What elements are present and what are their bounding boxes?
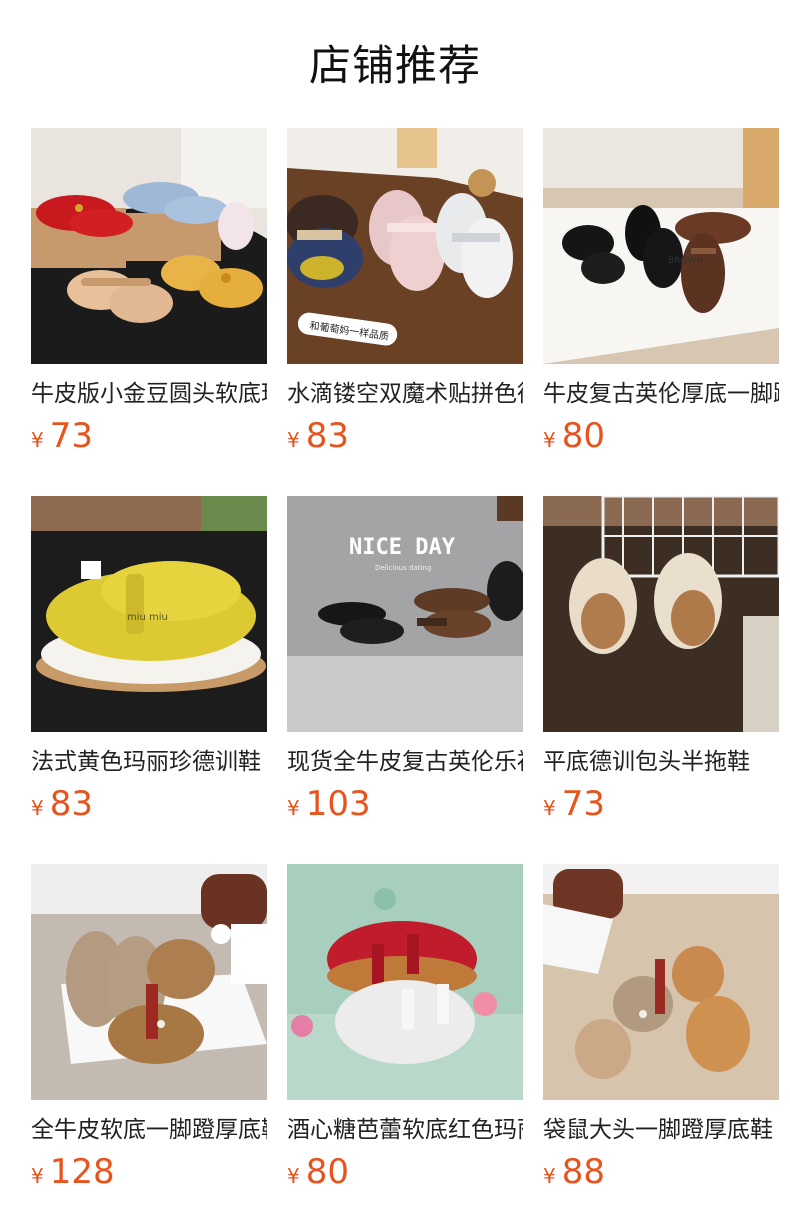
product-image[interactable] [287,864,523,1100]
product-price: ¥83 [31,782,93,826]
currency-symbol: ¥ [31,1164,44,1188]
product-name[interactable]: 现货全牛皮复古英伦乐福鞋 [287,744,523,780]
product-name[interactable]: 全牛皮软底一脚蹬厚底鞋 [31,1112,267,1148]
price-value: 128 [49,1152,115,1192]
product-name[interactable]: 袋鼠大头一脚蹬厚底鞋 [543,1112,779,1148]
product-price: ¥73 [543,782,605,826]
product-card[interactable]: 袋鼠大头一脚蹬厚底鞋 ¥88 [543,864,779,1232]
product-card[interactable]: 和葡萄妈一样品质 水滴镂空双魔术贴拼色德训鞋 ¥83 [287,128,523,496]
product-name[interactable]: 牛皮复古英伦厚底一脚蹬乐福鞋 [543,376,779,412]
product-price: ¥128 [31,1150,115,1194]
currency-symbol: ¥ [543,1164,556,1188]
currency-symbol: ¥ [287,796,300,820]
product-price: ¥103 [287,782,371,826]
price-value: 73 [561,784,605,824]
image-headline-text: NICE DAY [349,535,456,560]
product-price: ¥80 [543,414,605,458]
product-image[interactable] [543,864,779,1100]
currency-symbol: ¥ [31,428,44,452]
product-name[interactable]: 水滴镂空双魔术贴拼色德训鞋 [287,376,523,412]
image-subline-text: Delicious dating [375,564,431,572]
currency-symbol: ¥ [287,428,300,452]
product-name[interactable]: 法式黄色玛丽珍德训鞋 [31,744,267,780]
product-card[interactable]: 牛皮版小金豆圆头软底玛丽珍鞋 ¥73 [31,128,267,496]
product-price: ¥88 [543,1150,605,1194]
product-image[interactable] [31,128,267,364]
product-grid: 牛皮版小金豆圆头软底玛丽珍鞋 ¥73 [31,128,790,1232]
product-card[interactable]: 全牛皮软底一脚蹬厚底鞋 ¥128 [31,864,267,1232]
product-image[interactable]: 和葡萄妈一样品质 [287,128,523,364]
product-image[interactable]: miu miu [31,496,267,732]
product-price: ¥80 [287,1150,349,1194]
product-image[interactable] [543,496,779,732]
price-value: 80 [561,416,605,456]
product-card[interactable]: 平底德训包头半拖鞋 ¥73 [543,496,779,864]
price-value: 80 [305,1152,349,1192]
product-image[interactable] [31,864,267,1100]
currency-symbol: ¥ [287,1164,300,1188]
image-brand-text: miu miu [127,612,168,623]
product-card[interactable]: NICE DAY Delicious dating 现货全牛皮复古英伦乐福鞋 ¥… [287,496,523,864]
product-name[interactable]: 牛皮版小金豆圆头软底玛丽珍鞋 [31,376,267,412]
currency-symbol: ¥ [543,428,556,452]
price-value: 83 [49,784,93,824]
price-value: 88 [561,1152,605,1192]
price-value: 103 [305,784,371,824]
currency-symbol: ¥ [543,796,556,820]
price-value: 83 [305,416,349,456]
product-card[interactable]: BROWN 牛皮复古英伦厚底一脚蹬乐福鞋 ¥80 [543,128,779,496]
image-brand-text: BROWN [668,256,703,266]
product-card[interactable]: miu miu 法式黄色玛丽珍德训鞋 ¥83 [31,496,267,864]
product-name[interactable]: 平底德训包头半拖鞋 [543,744,779,780]
product-image[interactable]: BROWN [543,128,779,364]
currency-symbol: ¥ [31,796,44,820]
product-name[interactable]: 酒心糖芭蕾软底红色玛丽珍 [287,1112,523,1148]
price-value: 73 [49,416,93,456]
product-price: ¥73 [31,414,93,458]
product-price: ¥83 [287,414,349,458]
product-image[interactable]: NICE DAY Delicious dating [287,496,523,732]
product-card[interactable]: 酒心糖芭蕾软底红色玛丽珍 ¥80 [287,864,523,1232]
page-title: 店铺推荐 [308,41,481,90]
